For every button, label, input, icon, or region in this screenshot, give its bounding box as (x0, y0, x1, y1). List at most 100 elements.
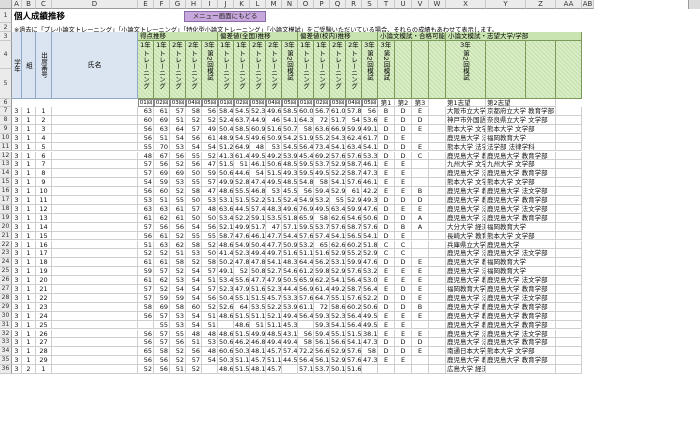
table-cell[interactable]: 57.6 (330, 151, 346, 161)
table-cell[interactable]: 鹿児島大学 法文学部 (446, 293, 486, 303)
table-cell[interactable]: 51.1 (250, 311, 266, 321)
row-header[interactable]: 5 (0, 69, 12, 99)
table-cell[interactable]: 47.3 (362, 169, 378, 179)
row-header[interactable]: 10 (0, 133, 12, 143)
table-cell[interactable] (429, 267, 446, 277)
table-cell[interactable]: 58.6 (330, 302, 346, 312)
table-cell[interactable] (556, 302, 582, 312)
table-cell[interactable] (556, 187, 582, 196)
table-cell[interactable]: 1 (22, 178, 36, 188)
table-cell[interactable]: 3 (12, 267, 22, 277)
table-cell[interactable]: 鹿児島大学 教育学部 (446, 311, 486, 321)
table-cell[interactable]: 72 (314, 115, 330, 125)
table-cell[interactable]: 54 (186, 267, 202, 277)
table-cell[interactable]: 62.6 (330, 213, 346, 223)
table-cell[interactable]: 51.1 (266, 320, 282, 330)
table-cell[interactable] (429, 285, 446, 294)
table-cell[interactable]: 53.0 (362, 276, 378, 285)
table-cell[interactable]: 1 (22, 240, 36, 250)
table-cell[interactable]: 53.7 (314, 222, 330, 232)
table-cell[interactable]: E (412, 276, 429, 285)
table-cell[interactable]: 熊本大学 法学部 法学科 (446, 142, 486, 152)
table-cell[interactable]: 50.4 (250, 240, 266, 250)
table-cell[interactable]: 51 (234, 160, 250, 170)
table-cell[interactable]: 51.6 (346, 365, 362, 374)
column-header[interactable]: V (412, 0, 429, 9)
table-cell[interactable]: 56 (170, 151, 186, 161)
table-cell[interactable]: 41.3 (218, 151, 234, 161)
table-cell[interactable]: 47 (202, 160, 218, 170)
table-cell[interactable]: 3 (12, 169, 22, 179)
table-cell[interactable]: E (412, 107, 429, 116)
table-cell[interactable]: 49.2 (330, 285, 346, 294)
table-cell[interactable] (429, 240, 446, 250)
table-cell[interactable]: 51.5 (346, 329, 362, 339)
table-cell[interactable]: 50 (186, 169, 202, 179)
table-cell[interactable]: 61.7 (362, 133, 378, 143)
table-cell[interactable]: 大分大学 経済学部 (446, 222, 486, 232)
table-cell[interactable]: D (395, 115, 412, 125)
table-cell[interactable]: 1 (22, 115, 36, 125)
table-cell[interactable]: 24 (36, 311, 52, 321)
table-cell[interactable] (429, 142, 446, 152)
table-cell[interactable]: 49.9 (250, 329, 266, 339)
table-cell[interactable]: 1 (22, 276, 36, 285)
table-cell[interactable] (52, 187, 138, 196)
table-cell[interactable]: 54 (186, 222, 202, 232)
table-cell[interactable]: 72.2 (298, 347, 314, 357)
table-cell[interactable] (412, 160, 429, 170)
table-cell[interactable]: 54 (186, 142, 202, 152)
table-cell[interactable]: 59.4 (314, 187, 330, 196)
table-cell[interactable]: 47.7 (266, 231, 282, 241)
table-cell[interactable]: 38.1 (362, 329, 378, 339)
table-cell[interactable] (429, 222, 446, 232)
table-cell[interactable] (52, 285, 138, 294)
table-cell[interactable]: 47.3 (362, 338, 378, 348)
column-header[interactable]: F (154, 0, 170, 9)
table-cell[interactable]: 52.1 (218, 222, 234, 232)
table-cell[interactable]: 13 (36, 213, 52, 223)
table-cell[interactable]: 54.8 (298, 178, 314, 188)
table-cell[interactable]: 熊本大学 文学部 歴史学科 (446, 178, 486, 188)
table-cell[interactable]: 52 (170, 231, 186, 241)
table-cell[interactable]: 鹿児島大学 教育学部 (446, 320, 486, 330)
table-cell[interactable] (556, 276, 582, 285)
table-cell[interactable]: 57 (138, 293, 154, 303)
table-cell[interactable]: 52.3 (218, 285, 234, 294)
table-cell[interactable]: 50.2 (218, 258, 234, 268)
table-cell[interactable]: 47.7 (266, 240, 282, 250)
column-header[interactable]: C (36, 0, 52, 9)
table-cell[interactable]: D (395, 347, 412, 357)
table-cell[interactable]: E (412, 285, 429, 294)
table-cell[interactable]: 47.7 (250, 276, 266, 285)
table-cell[interactable]: 59 (154, 178, 170, 188)
table-cell[interactable]: 1 (22, 249, 36, 259)
table-cell[interactable]: A (412, 213, 429, 223)
table-cell[interactable]: 73.4 (314, 142, 330, 152)
table-cell[interactable]: 58 (186, 187, 202, 196)
table-cell[interactable]: 60.2 (346, 240, 362, 250)
table-cell[interactable]: 52.9 (346, 196, 362, 205)
table-cell[interactable]: 53 (170, 142, 186, 152)
table-cell[interactable]: 61 (154, 107, 170, 116)
row-header[interactable]: 15 (0, 178, 12, 188)
table-cell[interactable]: 1 (22, 267, 36, 277)
table-cell[interactable]: 鹿児島大学 法文学部 (486, 276, 556, 285)
table-cell[interactable]: 3 (12, 178, 22, 188)
table-cell[interactable]: 56 (138, 187, 154, 196)
table-cell[interactable]: 52.2 (362, 293, 378, 303)
table-cell[interactable]: 57.1 (282, 222, 298, 232)
table-cell[interactable]: 51.7 (250, 222, 266, 232)
table-cell[interactable]: 3 (12, 285, 22, 294)
table-cell[interactable]: 62.4 (346, 133, 362, 143)
table-cell[interactable] (378, 365, 395, 374)
table-cell[interactable]: 49.4 (250, 249, 266, 259)
table-cell[interactable]: 56.5 (346, 231, 362, 241)
table-cell[interactable]: 60 (138, 115, 154, 125)
table-cell[interactable]: 1 (22, 347, 36, 357)
row-header[interactable]: 8 (0, 115, 12, 125)
table-cell[interactable]: D (378, 133, 395, 143)
table-cell[interactable]: 63.7 (234, 115, 250, 125)
table-cell[interactable]: 1 (22, 285, 36, 294)
table-cell[interactable]: D (395, 293, 412, 303)
